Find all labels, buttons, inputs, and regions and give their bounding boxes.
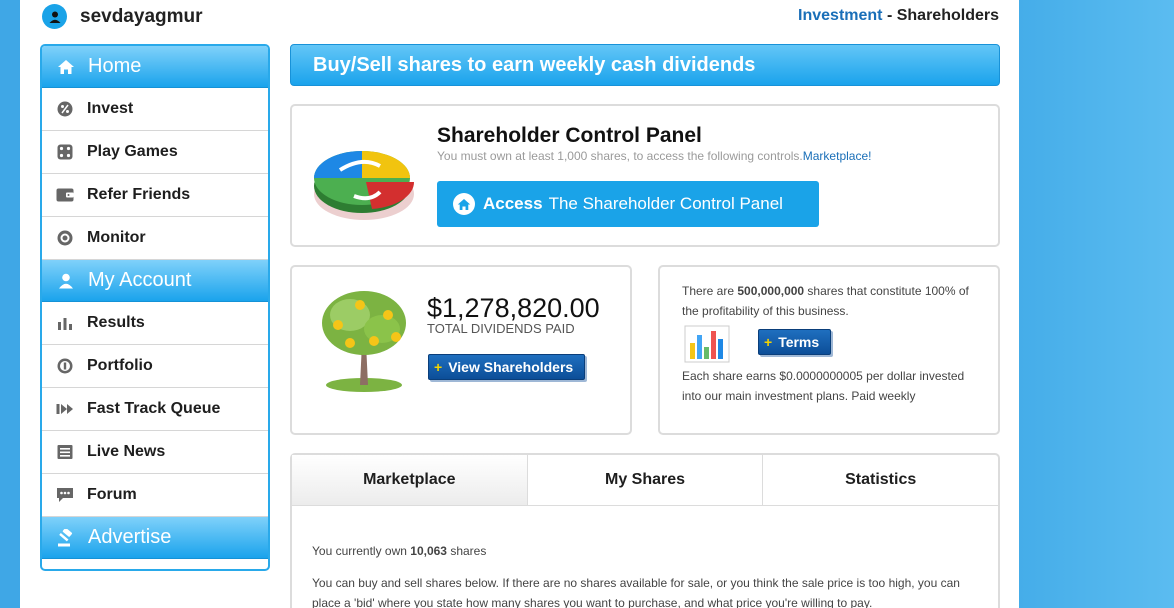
- control-panel-requirement-text: You must own at least 1,000 shares, to a…: [437, 149, 803, 163]
- plus-icon: +: [434, 359, 443, 375]
- shares-total: 500,000,000: [737, 284, 805, 298]
- tab-bar: Marketplace My Shares Statistics: [292, 455, 998, 506]
- sidebar-item-fast-track-queue[interactable]: Fast Track Queue: [42, 388, 268, 431]
- wallet-icon: [56, 186, 74, 204]
- sidebar-item-monitor[interactable]: Monitor: [42, 217, 268, 260]
- home-icon: [56, 57, 76, 77]
- chat-icon: [56, 486, 74, 504]
- bar-chart-icon: [684, 325, 730, 363]
- sidebar-item-invest[interactable]: Invest: [42, 88, 268, 131]
- percent-icon: [56, 100, 74, 118]
- sidebar: Home Invest Play Games Refer Friends Mon…: [40, 44, 270, 571]
- sidebar-item-label: Invest: [87, 100, 134, 117]
- coin-icon: [56, 357, 74, 375]
- owned-shares-text: You currently own 10,063 shares: [312, 541, 982, 561]
- user-icon: [56, 271, 76, 291]
- user-icon[interactable]: [42, 4, 67, 29]
- owned-count: 10,063: [410, 544, 447, 558]
- sidebar-advertise-label: Advertise: [88, 526, 172, 548]
- terms-button[interactable]: + Terms: [758, 329, 831, 355]
- sidebar-item-label: Refer Friends: [87, 186, 191, 203]
- home-icon: [453, 193, 475, 215]
- sidebar-item-label: Results: [87, 314, 145, 331]
- marketplace-content: You currently own 10,063 shares You can …: [312, 541, 982, 608]
- view-shareholders-label: View Shareholders: [448, 359, 574, 375]
- owned-pre: You currently own: [312, 544, 411, 558]
- sidebar-item-label: Live News: [87, 443, 166, 460]
- dividends-card: $1,278,820.00 TOTAL DIVIDENDS PAID + Vie…: [290, 265, 632, 435]
- username[interactable]: sevdayagmur: [80, 6, 203, 28]
- breadcrumb: Investment - Shareholders: [798, 7, 999, 25]
- sidebar-home-label: Home: [88, 55, 142, 77]
- sidebar-item-results[interactable]: Results: [42, 302, 268, 345]
- sidebar-my-account-label: My Account: [88, 269, 192, 291]
- tab-my-shares[interactable]: My Shares: [526, 455, 763, 505]
- sidebar-item-label: Forum: [87, 486, 137, 503]
- page: sevdayagmur Investment - Shareholders Ho…: [20, 0, 1019, 608]
- sidebar-item-label: Play Games: [87, 143, 178, 160]
- view-shareholders-button[interactable]: + View Shareholders: [428, 354, 585, 380]
- sidebar-item-label: Monitor: [87, 229, 146, 246]
- gavel-icon: [56, 528, 76, 548]
- shares-info-text: There are 500,000,000 shares that consti…: [682, 281, 982, 321]
- shares-tabs-panel: Marketplace My Shares Statistics You cur…: [290, 453, 1000, 608]
- sidebar-item-forum[interactable]: Forum: [42, 474, 268, 517]
- breadcrumb-separator: -: [886, 7, 893, 24]
- dividends-amount: $1,278,820.00: [427, 293, 600, 323]
- sidebar-item-my-account[interactable]: My Account: [42, 260, 268, 302]
- top-bar: sevdayagmur Investment - Shareholders: [20, 0, 1019, 34]
- control-panel-title: Shareholder Control Panel: [437, 124, 702, 147]
- access-control-panel-button[interactable]: Access The Shareholder Control Panel: [437, 181, 819, 227]
- control-panel-card: Shareholder Control Panel You must own a…: [290, 104, 1000, 247]
- tab-marketplace[interactable]: Marketplace: [292, 455, 527, 505]
- sidebar-item-live-news[interactable]: Live News: [42, 431, 268, 474]
- terms-label: Terms: [778, 334, 820, 350]
- marketplace-link[interactable]: Marketplace!: [803, 149, 872, 163]
- access-button-rest: The Shareholder Control Panel: [548, 194, 783, 213]
- sidebar-item-home[interactable]: Home: [42, 46, 268, 88]
- fast-forward-icon: [56, 400, 74, 418]
- newspaper-icon: [56, 443, 74, 461]
- money-tree-icon: [322, 291, 406, 392]
- dice-icon: [56, 143, 74, 161]
- page-banner: Buy/Sell shares to earn weekly cash divi…: [290, 44, 1000, 86]
- breadcrumb-investment-link[interactable]: Investment: [798, 7, 882, 24]
- sidebar-item-advertise[interactable]: Advertise: [42, 517, 268, 559]
- tab-statistics[interactable]: Statistics: [762, 455, 998, 505]
- target-icon: [56, 229, 74, 247]
- marketplace-description: You can buy and sell shares below. If th…: [312, 576, 960, 608]
- control-panel-subtitle: You must own at least 1,000 shares, to a…: [437, 149, 871, 163]
- access-button-bold: Access: [483, 194, 543, 213]
- owned-post: shares: [446, 544, 487, 558]
- bar-chart-icon: [56, 314, 74, 332]
- breadcrumb-current: Shareholders: [896, 7, 999, 24]
- sidebar-item-play-games[interactable]: Play Games: [42, 131, 268, 174]
- sidebar-item-refer-friends[interactable]: Refer Friends: [42, 174, 268, 217]
- sidebar-item-label: Fast Track Queue: [87, 400, 221, 417]
- pie-chart-icon: [314, 151, 415, 220]
- sidebar-item-label: Portfolio: [87, 357, 153, 374]
- shares-info-pre: There are: [682, 284, 738, 298]
- dividends-label: TOTAL DIVIDENDS PAID: [427, 321, 575, 336]
- plus-icon: +: [764, 334, 773, 350]
- share-earnings-text: Each share earns $0.0000000005 per dolla…: [682, 369, 965, 403]
- sidebar-item-portfolio[interactable]: Portfolio: [42, 345, 268, 388]
- shares-info-card: There are 500,000,000 shares that consti…: [658, 265, 1000, 435]
